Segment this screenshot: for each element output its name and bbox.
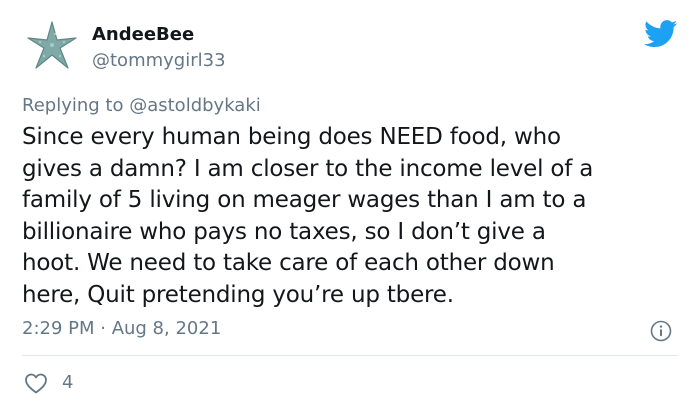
heart-icon[interactable] [24,372,48,394]
starfish-avatar-icon [22,16,82,76]
tweet-timestamp[interactable]: 2:29 PM · Aug 8, 2021 [22,318,221,339]
replying-to-label: Replying to [22,95,124,116]
avatar[interactable] [22,16,82,76]
twitter-bird-icon[interactable] [644,20,678,48]
display-name[interactable]: AndeeBee [92,24,194,45]
tweet-text: Since every human being does NEED food, … [22,122,682,311]
reply-target-link[interactable]: @astoldbykaki [129,95,261,116]
tweet-text-line: hoot. We need to take care of each other… [22,250,555,276]
tweet-text-line: here, Quit pretending you’re up tbere. [22,281,454,308]
tweet-text-line: gives a damn? I am closer to the income … [22,155,594,182]
tweet-text-line: billionaire who pays no taxes, so I don’… [22,218,546,245]
divider [22,355,678,356]
tweet-text-line: family of 5 living on meager wages than … [22,187,587,213]
info-icon[interactable] [650,320,672,342]
tweet-text-line: Since every human being does NEED food, … [22,124,561,150]
like-count: 4 [62,372,74,393]
user-handle[interactable]: @tommygirl33 [92,50,226,71]
replying-to-line: Replying to @astoldbykaki [22,95,261,116]
